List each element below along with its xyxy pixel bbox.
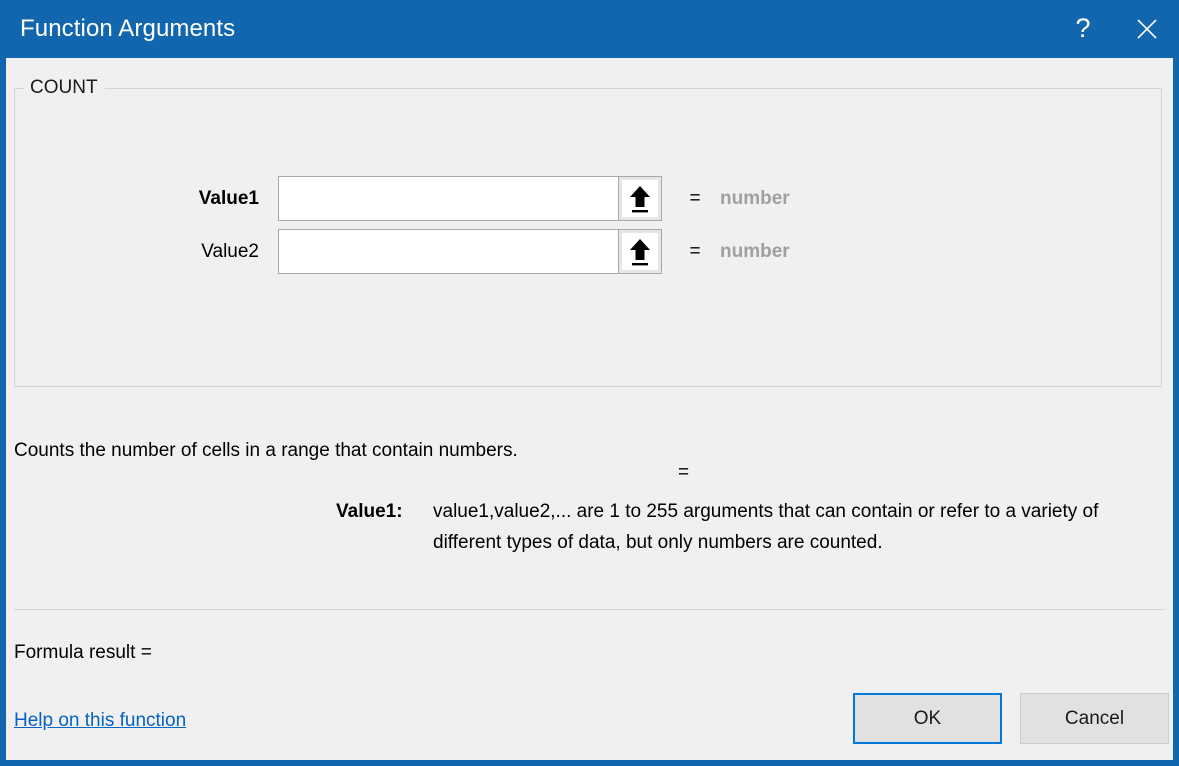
collapse-dialog-icon (622, 233, 658, 270)
collapse-dialog-icon (622, 180, 658, 217)
value-type-hint-value1: number (720, 187, 790, 209)
argument-input-group-value2 (278, 229, 662, 274)
ok-button[interactable]: OK (853, 693, 1002, 744)
argument-help-term: Value1: (336, 501, 403, 522)
collapse-dialog-button-value1[interactable] (618, 176, 662, 221)
footer-separator (14, 609, 1165, 610)
dialog-body: COUNT Value1 = number Value2 = number = … (6, 58, 1173, 760)
value-type-hint-value2: number (720, 240, 790, 262)
function-name-label: COUNT (24, 77, 105, 99)
formula-result-label: Formula result = (14, 642, 152, 663)
dialog-button-row: OK Cancel (853, 693, 1169, 744)
value1-input[interactable] (278, 176, 618, 221)
argument-row: Value2 = number (6, 229, 790, 274)
equals-sign-value1: = (689, 187, 701, 209)
argument-help-block: Value1: value1,value2,... are 1 to 255 ar… (336, 496, 1161, 558)
argument-label-value2: Value2 (201, 240, 259, 262)
argument-help-description: value1,value2,... are 1 to 255 arguments… (433, 501, 1099, 553)
argument-help-text: Value1: value1,value2,... are 1 to 255 ar… (336, 496, 1161, 558)
argument-input-group-value1 (278, 176, 662, 221)
value2-input[interactable] (278, 229, 618, 274)
result-equals-sign: = (678, 462, 690, 483)
collapse-dialog-button-value2[interactable] (618, 229, 662, 274)
help-on-this-function-link[interactable]: Help on this function (14, 710, 186, 732)
title-bar-buttons: ? (1051, 0, 1179, 58)
help-icon[interactable]: ? (1051, 0, 1115, 59)
function-arguments-dialog: Function Arguments ? COUNT Value1 = numb… (0, 0, 1179, 766)
argument-row: Value1 = number (6, 176, 790, 221)
function-description: Counts the number of cells in a range th… (14, 440, 518, 461)
title-bar: Function Arguments ? (0, 0, 1179, 58)
equals-sign-value2: = (689, 240, 701, 262)
argument-label-value1: Value1 (198, 187, 259, 209)
window-title: Function Arguments (20, 15, 236, 42)
cancel-button[interactable]: Cancel (1020, 693, 1169, 744)
close-icon[interactable] (1115, 0, 1179, 58)
